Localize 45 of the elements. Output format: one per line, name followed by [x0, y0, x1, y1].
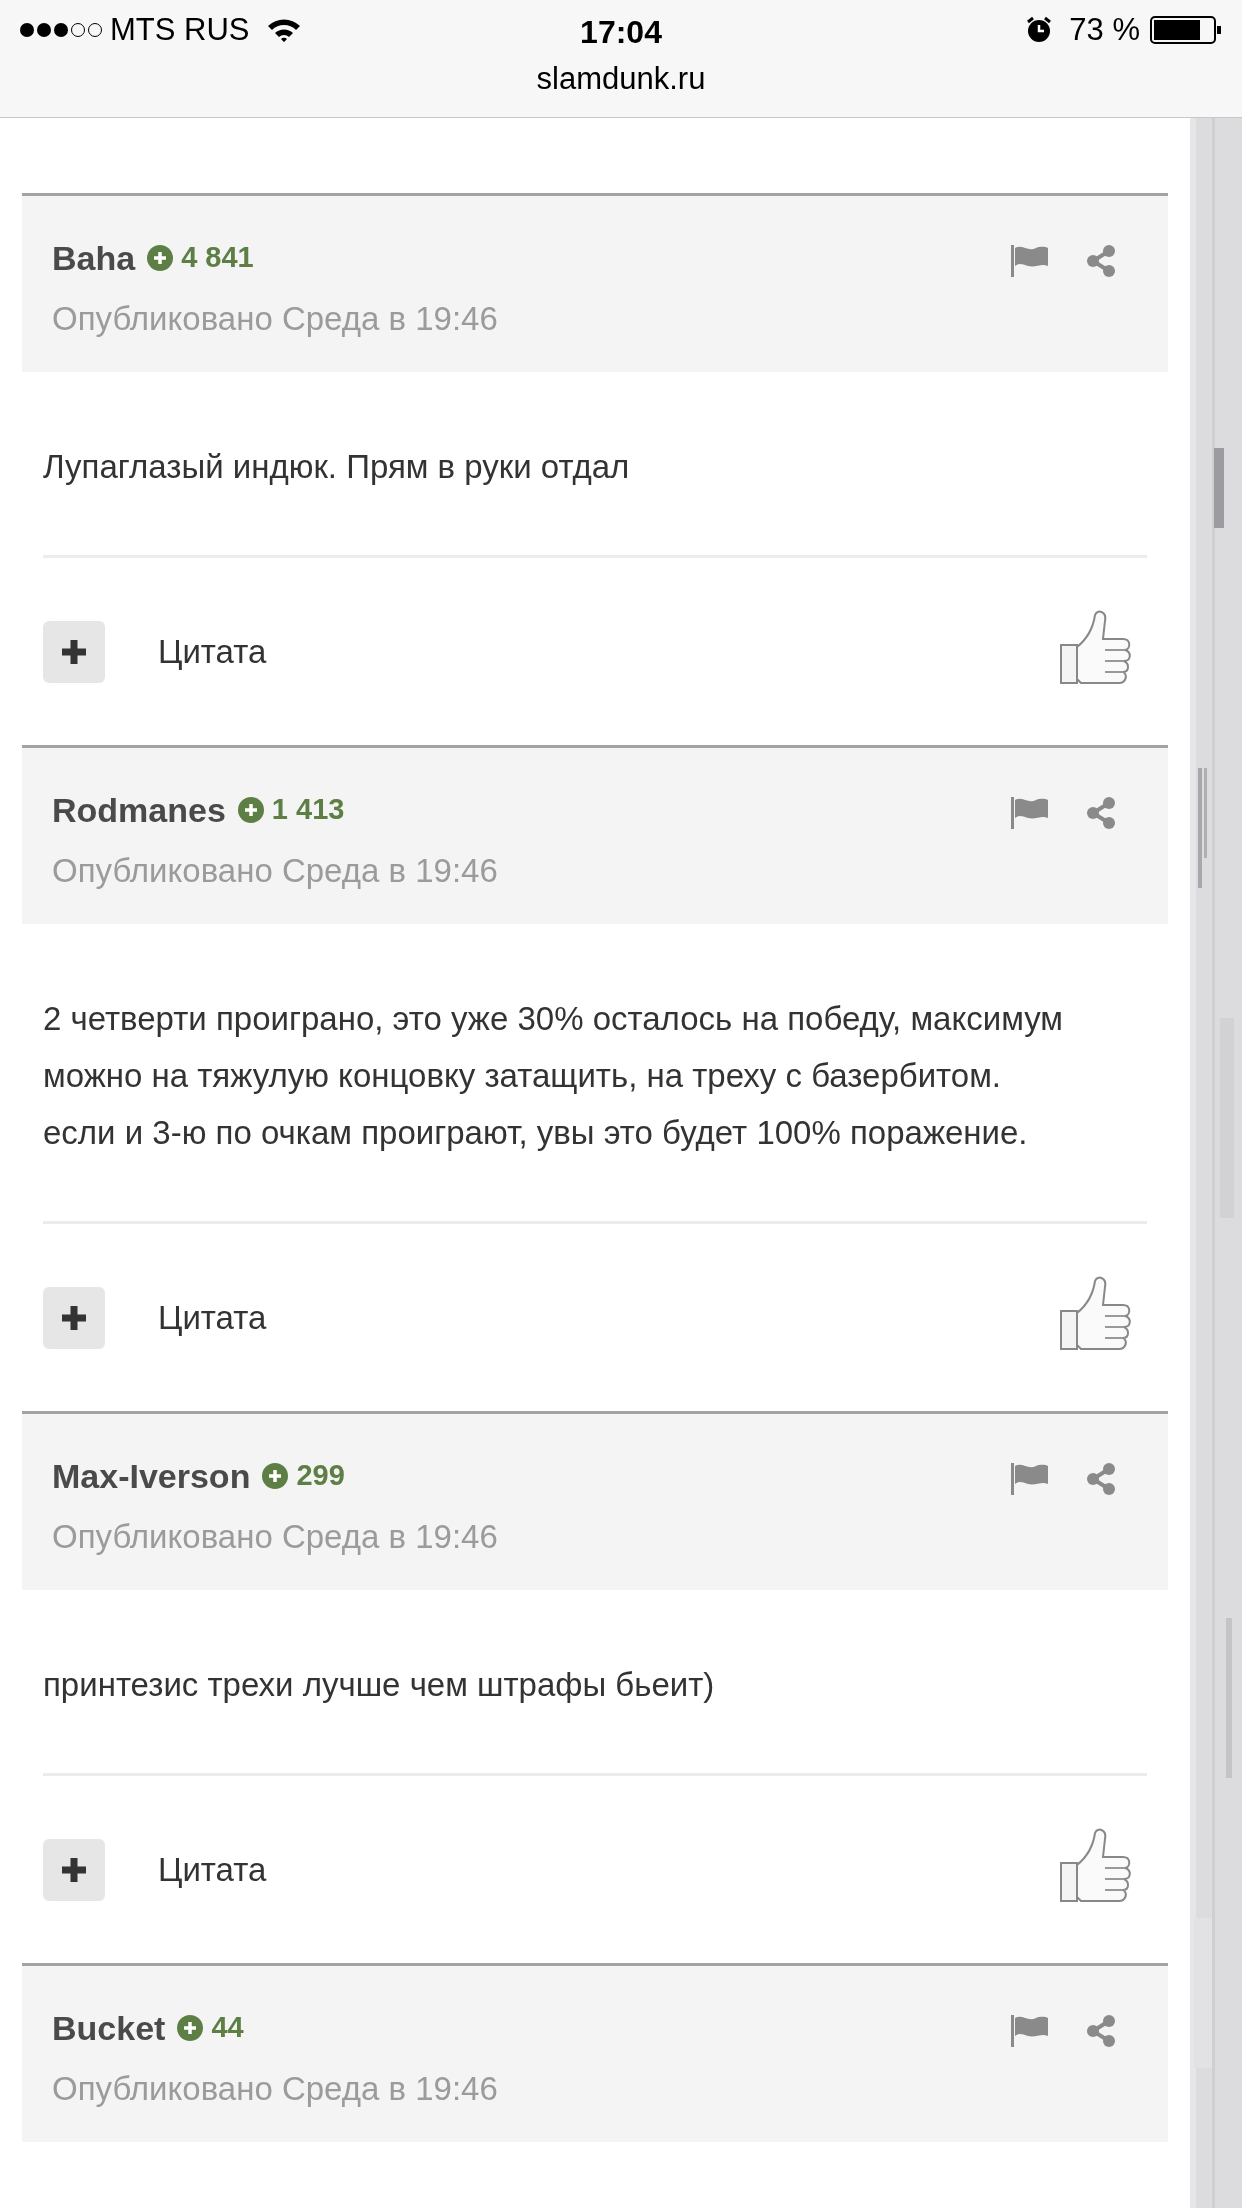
author-name[interactable]: Baha [52, 232, 136, 284]
post-text: принтезис трехи лучше чем штрафы бьеит) [43, 1665, 716, 1705]
plus-icon [262, 1463, 289, 1489]
reputation-count: 44 [211, 2010, 244, 2046]
thumbs-up-icon[interactable] [1057, 1274, 1133, 1353]
share-icon[interactable] [1084, 1462, 1118, 1496]
post-date: Опубликовано Среда в 19:46 [52, 851, 499, 891]
share-icon[interactable] [1084, 2014, 1118, 2048]
plus-icon [177, 2015, 204, 2041]
share-icon[interactable] [1084, 796, 1118, 830]
quote-link[interactable]: Цитата [158, 1844, 1057, 1895]
thumbs-up-icon[interactable] [1057, 608, 1133, 687]
reputation-count: 299 [296, 1458, 345, 1494]
battery-icon [1150, 15, 1222, 45]
carrier-name: MTS RUS [110, 10, 250, 49]
add-button[interactable] [43, 1838, 105, 1901]
url-text[interactable]: slamdunk.ru [536, 56, 706, 103]
reputation-count: 4 841 [181, 240, 254, 276]
post-text: 2 четверти проиграно, это уже 30% осталось на победу, максимум можно на тяжулую концовку затащить, на треху с базербитом. если и 3-ю по очкам проиграют, увы это будет 100% поражение. [43, 999, 1065, 1153]
author-name[interactable]: Max-Iverson [52, 1450, 251, 1502]
flag-icon[interactable] [1010, 244, 1050, 278]
share-icon[interactable] [1084, 244, 1118, 278]
reputation-count: 1 413 [271, 792, 345, 828]
plus-icon [60, 637, 88, 666]
plus-icon [60, 1303, 88, 1332]
battery-percent: 73 % [1069, 10, 1140, 49]
post-date: Опубликовано Среда в 19:46 [52, 299, 499, 339]
post-date: Опубликовано Среда в 19:46 [52, 1517, 499, 1557]
add-button[interactable] [43, 1286, 105, 1349]
post-text: Лупаглазый индюк. Прям в руки отдал [43, 447, 631, 487]
plus-icon [237, 797, 264, 823]
plus-icon [147, 245, 174, 271]
flag-icon[interactable] [1010, 796, 1050, 830]
plus-icon [60, 1855, 88, 1884]
flag-icon[interactable] [1010, 2014, 1050, 2048]
thumbs-up-icon[interactable] [1057, 1826, 1133, 1905]
alarm-icon [1025, 16, 1054, 44]
author-name[interactable]: Rodmanes [52, 784, 226, 836]
author-name[interactable]: Bucket [52, 2002, 166, 2054]
post-date: Опубликовано Среда в 19:46 [52, 2069, 499, 2109]
add-button[interactable] [43, 620, 105, 683]
quote-link[interactable]: Цитата [158, 1292, 1057, 1343]
quote-link[interactable]: Цитата [158, 626, 1057, 677]
clock-time: 17:04 [580, 13, 662, 52]
flag-icon[interactable] [1010, 1462, 1050, 1496]
